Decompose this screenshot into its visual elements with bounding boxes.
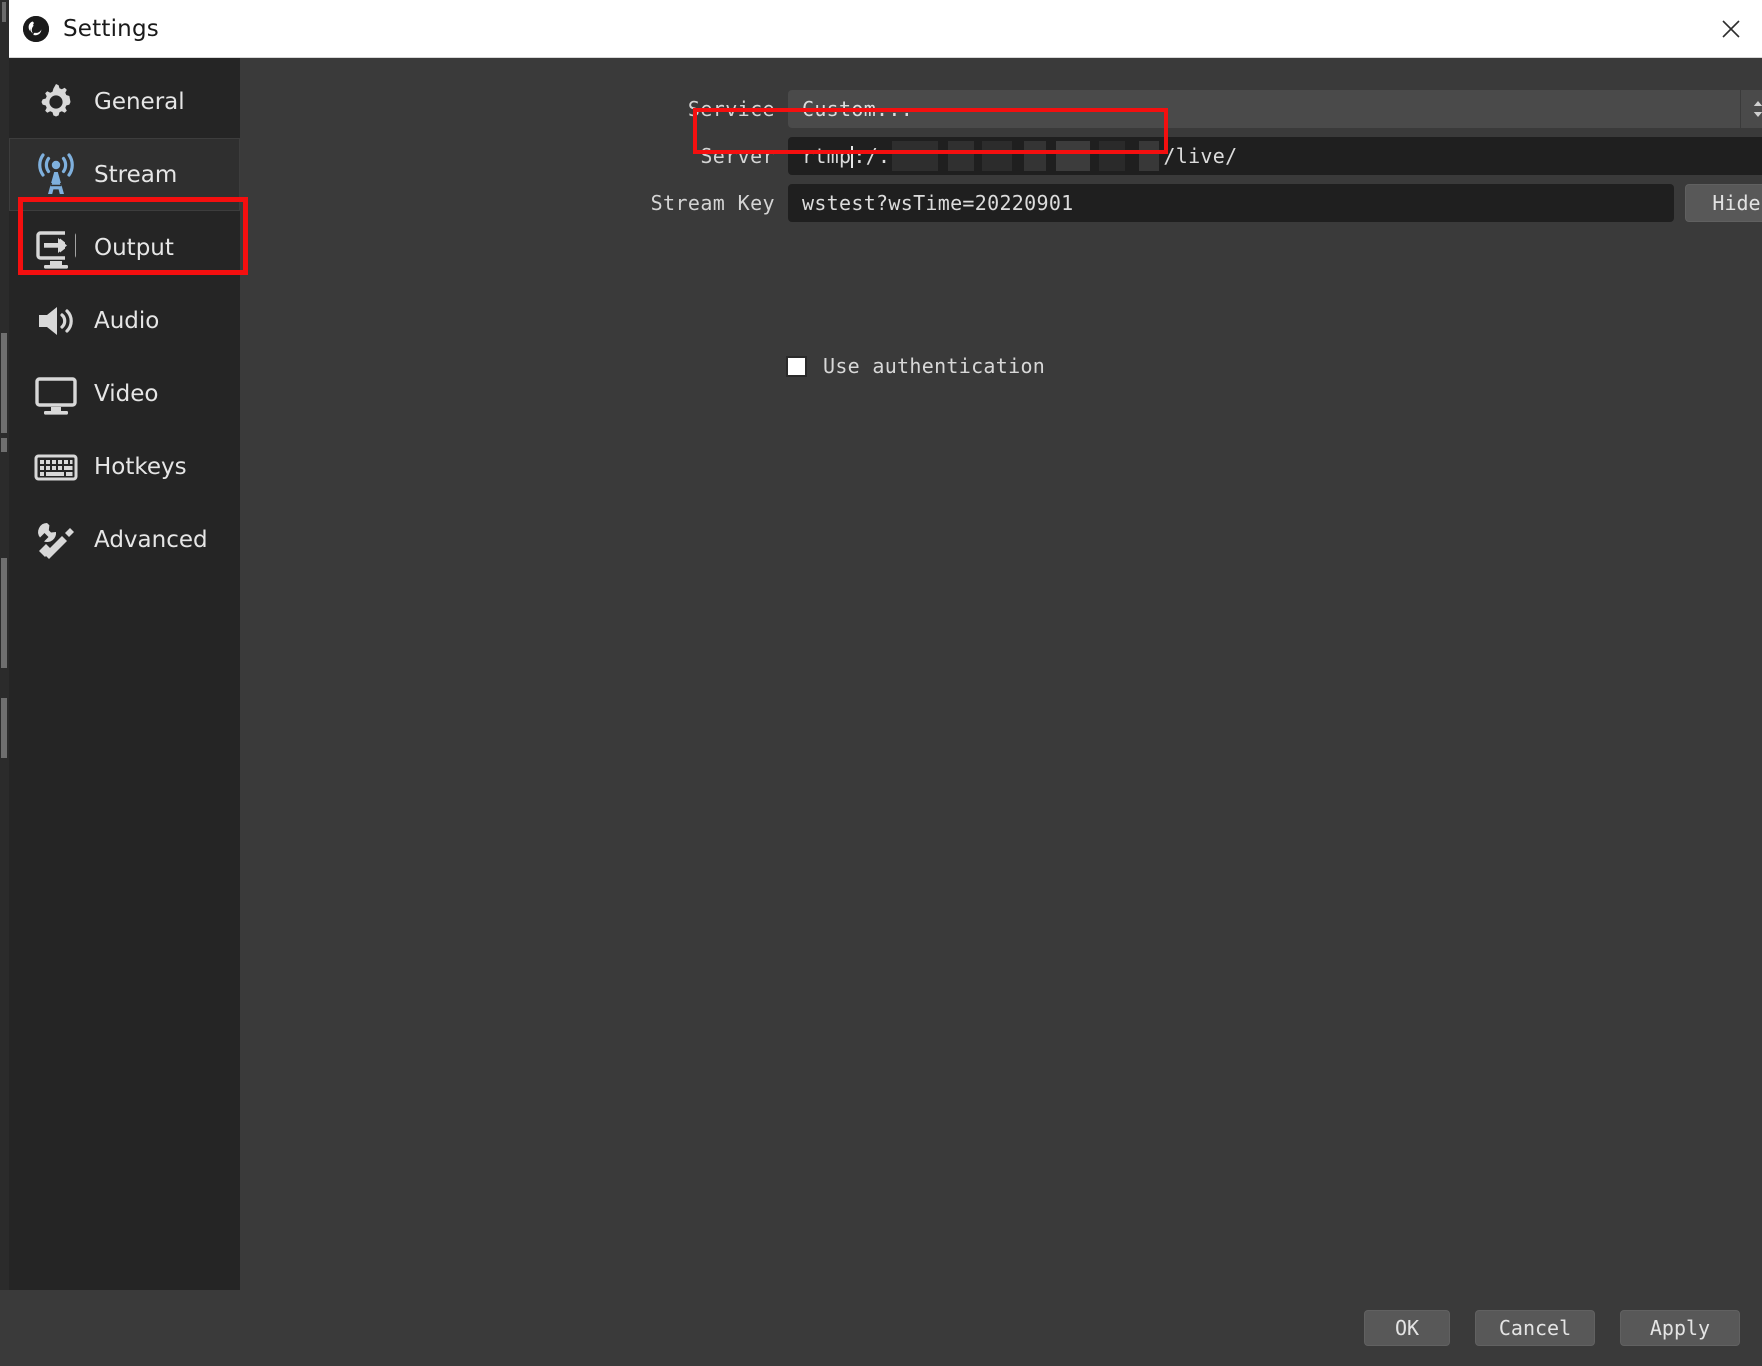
use-authentication-checkbox[interactable] bbox=[786, 355, 807, 377]
sidebar-item-label: General bbox=[94, 88, 185, 115]
server-value-suffix: /live/ bbox=[1163, 144, 1238, 168]
sidebar-item-label: Audio bbox=[94, 307, 160, 334]
cancel-button[interactable]: Cancel bbox=[1475, 1310, 1595, 1346]
stream-key-input[interactable]: wstest?wsTime=20220901 bbox=[788, 184, 1674, 222]
ok-button[interactable]: OK bbox=[1364, 1310, 1450, 1346]
gutter-mark bbox=[1, 698, 7, 758]
hide-stream-key-button[interactable]: Hide bbox=[1685, 184, 1762, 222]
speaker-icon bbox=[28, 295, 84, 347]
server-input[interactable]: rtmp:/. /live/ bbox=[788, 137, 1762, 175]
sidebar-item-general[interactable]: General bbox=[9, 65, 240, 138]
server-row: Server rtmp:/. /live/ bbox=[240, 137, 1762, 175]
dialog-footer: OK Cancel Apply bbox=[0, 1290, 1762, 1366]
monitor-icon bbox=[28, 368, 84, 420]
redacted-server-host bbox=[892, 141, 1160, 171]
obs-logo-icon bbox=[23, 15, 49, 42]
title-bar: Settings bbox=[0, 0, 1762, 58]
gutter-mark bbox=[1, 558, 7, 668]
settings-sidebar: General Stream Output Audio Video Hotkey… bbox=[9, 58, 248, 1290]
service-row: Service Custom... bbox=[240, 90, 1762, 128]
server-value-mid: :/. bbox=[853, 144, 891, 168]
spinner-arrows-icon[interactable] bbox=[1740, 90, 1762, 128]
apply-button[interactable]: Apply bbox=[1620, 1310, 1740, 1346]
window-scroll-gutter[interactable] bbox=[0, 58, 9, 1290]
service-label: Service bbox=[687, 97, 775, 121]
window-title: Settings bbox=[63, 15, 159, 42]
sidebar-item-label: Video bbox=[94, 380, 159, 407]
close-icon[interactable] bbox=[1700, 0, 1762, 57]
gutter-mark bbox=[1, 438, 7, 452]
stream-settings-panel: Service Custom... Server rtmp:/. /live/… bbox=[240, 58, 1762, 1290]
sidebar-item-stream[interactable]: Stream bbox=[9, 138, 240, 211]
broadcast-icon bbox=[28, 149, 84, 201]
output-icon bbox=[28, 222, 84, 274]
text-caret bbox=[851, 146, 854, 168]
stream-key-row: Stream Key wstest?wsTime=20220901 Hide bbox=[240, 184, 1762, 222]
sidebar-item-video[interactable]: Video bbox=[9, 357, 240, 430]
use-authentication-label: Use authentication bbox=[823, 354, 1046, 378]
dialog-body: General Stream Output Audio Video Hotkey… bbox=[0, 58, 1762, 1290]
sidebar-item-advanced[interactable]: Advanced bbox=[9, 503, 240, 576]
sidebar-item-audio[interactable]: Audio bbox=[9, 284, 240, 357]
window-left-edge bbox=[0, 0, 9, 58]
stream-key-label: Stream Key bbox=[650, 191, 775, 215]
sidebar-item-output[interactable]: Output bbox=[9, 211, 240, 284]
settings-window: Settings General Stream Output Audio Vid… bbox=[0, 0, 1762, 1366]
sidebar-item-label: Hotkeys bbox=[94, 453, 187, 480]
tools-icon bbox=[28, 514, 84, 566]
use-authentication-row: Use authentication bbox=[240, 354, 1762, 378]
keyboard-icon bbox=[28, 441, 84, 493]
sidebar-item-label: Stream bbox=[94, 161, 178, 188]
gear-icon bbox=[28, 76, 84, 128]
sidebar-item-label: Output bbox=[94, 234, 174, 261]
stream-key-value: wstest?wsTime=20220901 bbox=[802, 191, 1074, 215]
gutter-mark bbox=[1, 333, 7, 433]
sidebar-item-hotkeys[interactable]: Hotkeys bbox=[9, 430, 240, 503]
service-select[interactable]: Custom... bbox=[788, 90, 1762, 128]
service-value: Custom... bbox=[802, 97, 914, 121]
server-label: Server bbox=[700, 144, 775, 168]
sidebar-item-label: Advanced bbox=[94, 526, 208, 553]
server-value-prefix: rtmp bbox=[802, 144, 852, 168]
